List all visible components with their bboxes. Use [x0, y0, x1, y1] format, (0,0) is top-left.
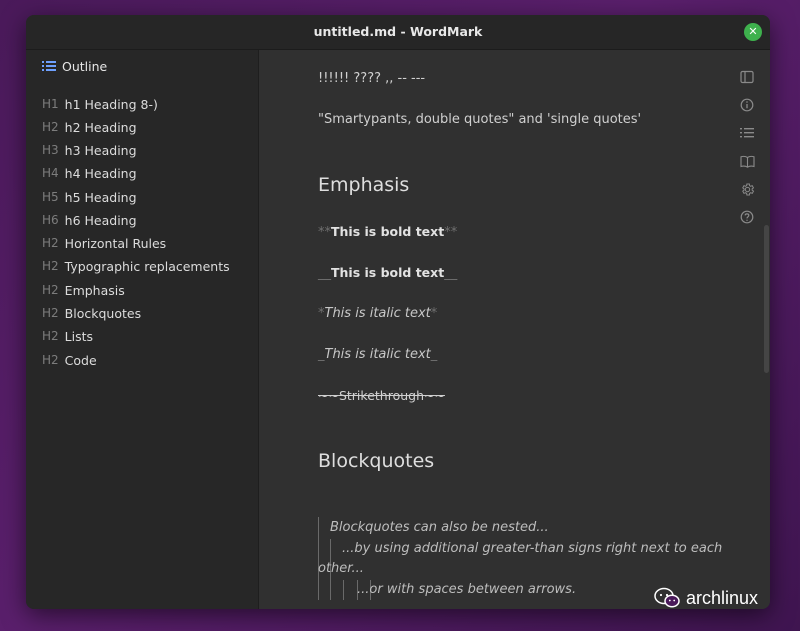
- blockquote-line: ...or with spaces between arrows.: [357, 582, 577, 597]
- bold-underscore-line: __This is bold text__: [318, 265, 457, 281]
- outline-item-blockquotes[interactable]: H2 Blockquotes: [42, 303, 141, 323]
- app-window: untitled.md - WordMark ✕ Outline H1 h1 H…: [26, 15, 770, 609]
- markdown-marker: _: [430, 347, 438, 362]
- outline-item-emphasis[interactable]: H2 Emphasis: [42, 280, 125, 300]
- outline-header-label: Outline: [62, 58, 108, 74]
- markdown-marker: **: [444, 225, 458, 240]
- outline-sidebar: Outline H1 h1 Heading 8-) H2 h2 Heading …: [26, 50, 259, 609]
- list-icon[interactable]: [738, 124, 756, 142]
- sidebar-toggle-icon[interactable]: [738, 68, 756, 86]
- heading-level: H1: [42, 97, 59, 111]
- heading-level: H6: [42, 213, 59, 227]
- heading-level: H2: [42, 236, 59, 250]
- blockquote-line: ...by using additional greater-than sign…: [342, 541, 723, 556]
- outline-item-label: h5 Heading: [64, 189, 137, 205]
- outline-item-label: h2 Heading: [64, 119, 137, 135]
- heading-level: H3: [42, 143, 59, 157]
- outline-item-label: h3 Heading: [64, 142, 137, 158]
- heading-level: H2: [42, 329, 59, 343]
- markdown-marker: __: [318, 266, 331, 281]
- markdown-editor[interactable]: !!!!!! ???? ,, -- --- "Smartypants, doub…: [259, 50, 770, 609]
- wechat-icon: [654, 587, 680, 608]
- outline-item-horizontal-rules[interactable]: H2 Horizontal Rules: [42, 233, 166, 253]
- outline-header: Outline: [42, 56, 107, 76]
- help-icon[interactable]: [738, 208, 756, 226]
- strikethrough-text: Strikethrough: [338, 388, 424, 403]
- outline-item-lists[interactable]: H2 Lists: [42, 326, 93, 346]
- info-icon[interactable]: [738, 96, 756, 114]
- heading-emphasis: Emphasis: [318, 174, 410, 196]
- blockquote-bar: [343, 580, 344, 600]
- outline-item-h3-heading[interactable]: H3 h3 Heading: [42, 140, 137, 160]
- blockquote-line: other...: [318, 561, 364, 576]
- strikethrough-line: ~~Strikethrough~~: [318, 388, 445, 404]
- heading-level: H2: [42, 353, 59, 367]
- outline-item-label: Lists: [64, 328, 94, 344]
- title-bar[interactable]: untitled.md - WordMark ✕: [26, 15, 770, 50]
- outline-item-label: Blockquotes: [64, 305, 142, 321]
- markdown-marker: *: [430, 306, 438, 321]
- italic-star-line: *This is italic text*: [318, 306, 437, 321]
- outline-item-h5-heading[interactable]: H5 h5 Heading: [42, 187, 137, 207]
- outline-item-h6-heading[interactable]: H6 h6 Heading: [42, 210, 137, 230]
- outline-item-h4-heading[interactable]: H4 h4 Heading: [42, 163, 137, 183]
- markdown-marker: **: [318, 225, 331, 240]
- outline-item-label: Typographic replacements: [64, 258, 230, 274]
- heading-level: H2: [42, 283, 59, 297]
- editor-scrollbar[interactable]: [764, 225, 769, 373]
- bold-star-line: **This is bold text**: [318, 224, 457, 240]
- outline-item-label: h4 Heading: [64, 165, 137, 181]
- watermark-text: archlinux: [686, 587, 759, 608]
- outline-item-typographic-replacements[interactable]: H2 Typographic replacements: [42, 256, 230, 276]
- outline-item-label: h6 Heading: [64, 212, 137, 228]
- markdown-marker: ~~: [424, 388, 445, 403]
- heading-level: H4: [42, 166, 59, 180]
- italic-text: This is italic text: [324, 306, 431, 321]
- bold-text: This is bold text: [331, 224, 445, 239]
- outline-item-code[interactable]: H2 Code: [42, 350, 97, 370]
- list-icon: [42, 61, 56, 71]
- bold-text: This is bold text: [331, 265, 445, 280]
- smartypants-line: "Smartypants, double quotes" and 'single…: [318, 112, 642, 127]
- outline-item-label: Horizontal Rules: [64, 235, 167, 251]
- italic-underscore-line: _This is italic text_: [318, 347, 437, 362]
- outline-item-label: Emphasis: [64, 282, 125, 298]
- outline-item-h1-heading[interactable]: H1 h1 Heading 8-): [42, 94, 158, 114]
- gear-icon[interactable]: [738, 180, 756, 198]
- italic-text: This is italic text: [324, 347, 431, 362]
- window-title: untitled.md - WordMark: [313, 24, 483, 39]
- watermark: archlinux: [654, 587, 758, 609]
- close-button[interactable]: ✕: [744, 23, 762, 41]
- blockquote-line: Blockquotes can also be nested...: [330, 520, 549, 535]
- markdown-marker: ~~: [318, 388, 339, 403]
- typographic-line: !!!!!! ???? ,, -- ---: [318, 71, 426, 86]
- heading-blockquotes: Blockquotes: [318, 450, 435, 472]
- heading-level: H2: [42, 259, 59, 273]
- outline-item-label: h1 Heading 8-): [64, 96, 158, 112]
- book-icon[interactable]: [738, 152, 756, 170]
- heading-level: H2: [42, 306, 59, 320]
- blockquote-bar: [318, 517, 319, 600]
- outline-item-h2-heading[interactable]: H2 h2 Heading: [42, 117, 137, 137]
- outline-item-label: Code: [64, 352, 97, 368]
- heading-level: H5: [42, 190, 59, 204]
- heading-level: H2: [42, 120, 59, 134]
- markdown-marker: __: [444, 266, 458, 281]
